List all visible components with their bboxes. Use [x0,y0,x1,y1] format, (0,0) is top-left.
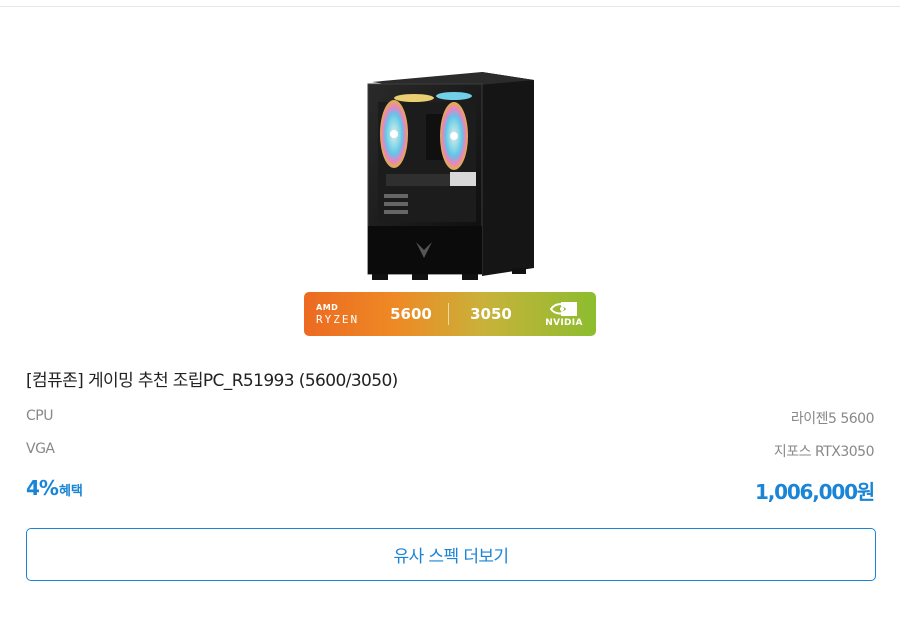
benefit-percent: 4% [26,476,59,500]
nvidia-brand-label: NVIDIA [545,317,583,328]
spec-label: CPU [26,408,53,424]
top-divider [0,6,900,7]
spec-label: VGA [26,441,55,457]
amd-brand-label: AMD [316,302,339,312]
badge-gpu-model: 3050 [470,305,512,323]
amd-ryzen-logo: AMD RYZEN [304,302,374,326]
similar-specs-button[interactable]: 유사 스펙 더보기 [26,528,876,581]
nvidia-eye-icon [550,301,577,316]
product-card: AMD RYZEN 5600 3050 NVIDIA [컴퓨존] 게이밍 추천 … [0,0,900,617]
spec-value: 지포스 RTX3050 [773,444,875,460]
product-image[interactable] [350,62,550,284]
product-title[interactable]: [컴퓨존] 게이밍 추천 조립PC_R51993 (5600/3050) [26,366,398,391]
spec-row-vga: VGA 지포스 RTX3050 [26,441,875,461]
spec-row-cpu: CPU 라이젠5 5600 [26,408,875,428]
spec-value: 라이젠5 5600 [790,411,875,427]
spec-badge: AMD RYZEN 5600 3050 NVIDIA [304,292,596,336]
benefit-label: 혜택 [58,484,83,499]
nvidia-logo: NVIDIA [533,301,595,328]
price: 1,006,000원 [754,480,875,504]
benefit-badge: 4%혜택 [26,476,83,500]
ryzen-brand-label: RYZEN [316,312,360,326]
badge-cpu-model: 5600 [390,305,432,323]
